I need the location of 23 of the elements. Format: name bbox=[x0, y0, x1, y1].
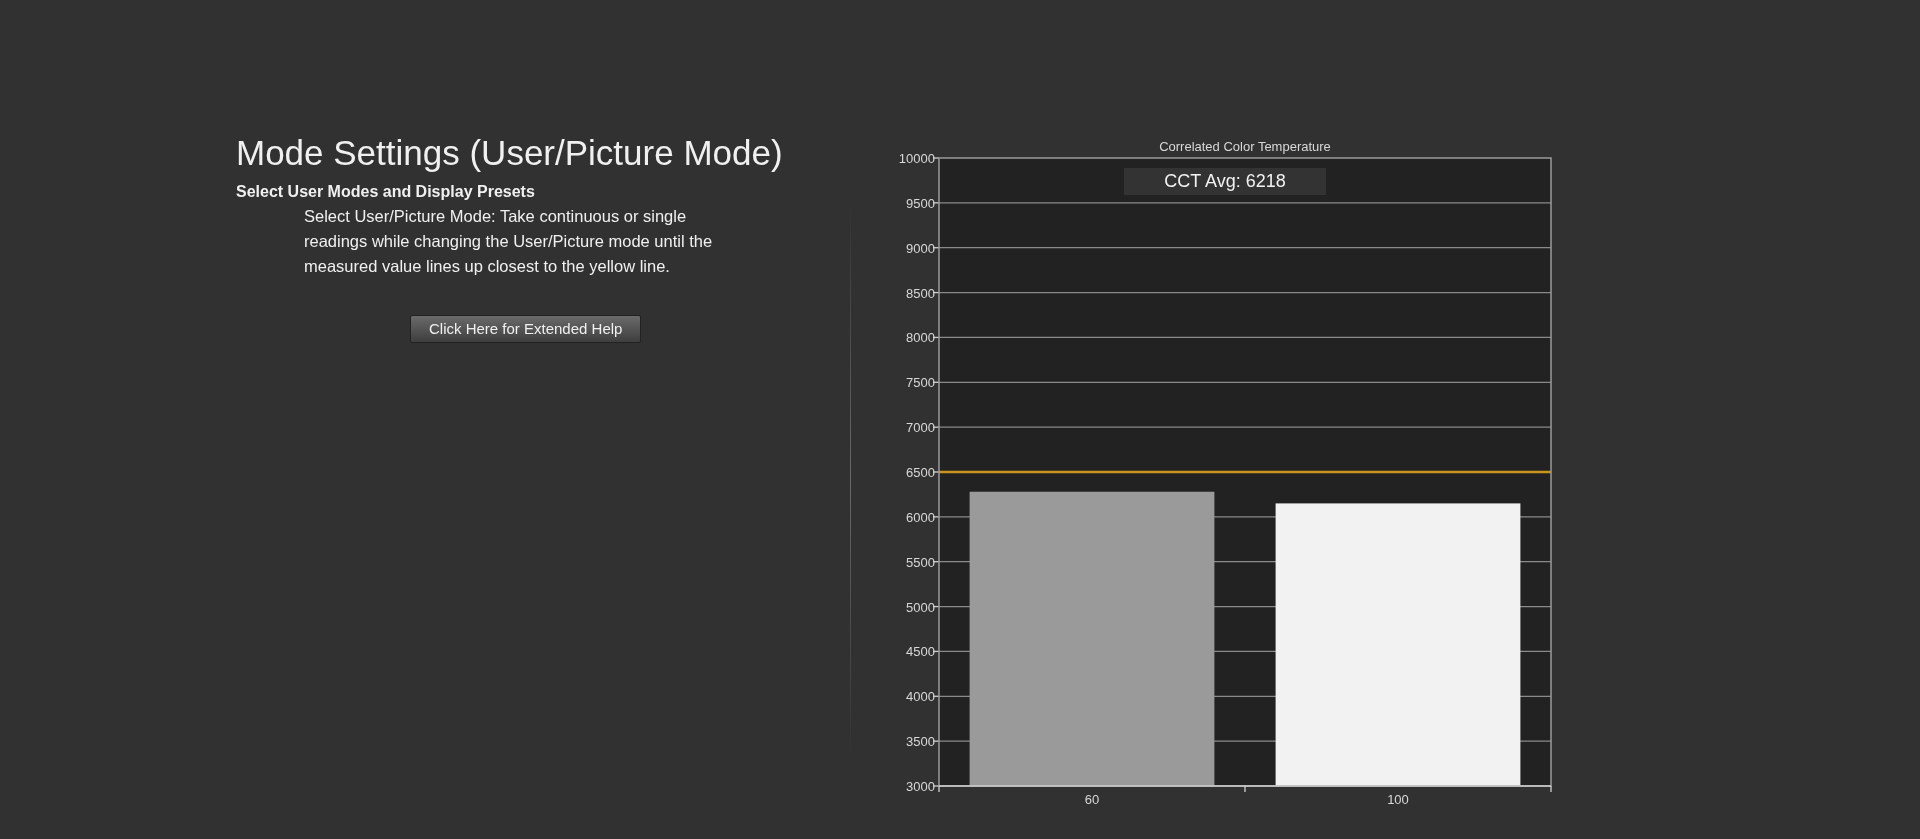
y-axis-tick-label: 4000 bbox=[906, 689, 935, 705]
y-axis-tick-label: 7500 bbox=[906, 375, 935, 391]
y-axis-tick-label: 10000 bbox=[898, 151, 935, 166]
y-axis-tick-label: 3000 bbox=[906, 779, 935, 794]
y-axis-tick-label: 5000 bbox=[906, 599, 935, 615]
section-subtitle: Select User Modes and Display Presets bbox=[236, 181, 536, 202]
y-axis-tick-label: 9000 bbox=[906, 240, 935, 256]
x-axis-tick-label: 60 bbox=[1084, 792, 1100, 807]
y-axis-tick-label: 8500 bbox=[906, 285, 935, 301]
y-axis-tick-label: 6000 bbox=[906, 509, 935, 525]
y-axis-tick-label: 3500 bbox=[906, 734, 935, 750]
page-title: Mode Settings (User/Picture Mode) bbox=[236, 132, 784, 174]
y-axis-tick-label: 8000 bbox=[906, 330, 935, 346]
y-axis-tick-label: 9500 bbox=[906, 195, 935, 211]
chart-title: Correlated Color Temperature bbox=[1159, 139, 1331, 154]
description-text: Select User/Picture Mode: Take continuous or single readings while changing the User/Picture mode until the measured value lines up closest to the yellow line. bbox=[304, 205, 714, 277]
x-axis-tick-label: 100 bbox=[1387, 792, 1409, 807]
y-axis-tick-label: 4500 bbox=[906, 644, 935, 660]
extended-help-button[interactable]: Click Here for Extended Help bbox=[410, 314, 642, 343]
y-axis-tick-label: 5500 bbox=[906, 554, 935, 570]
y-axis-tick-label: 6500 bbox=[906, 465, 935, 480]
average-label: CCT Avg: 6218 bbox=[1124, 168, 1326, 195]
y-axis-tick-label: 7000 bbox=[906, 420, 935, 436]
